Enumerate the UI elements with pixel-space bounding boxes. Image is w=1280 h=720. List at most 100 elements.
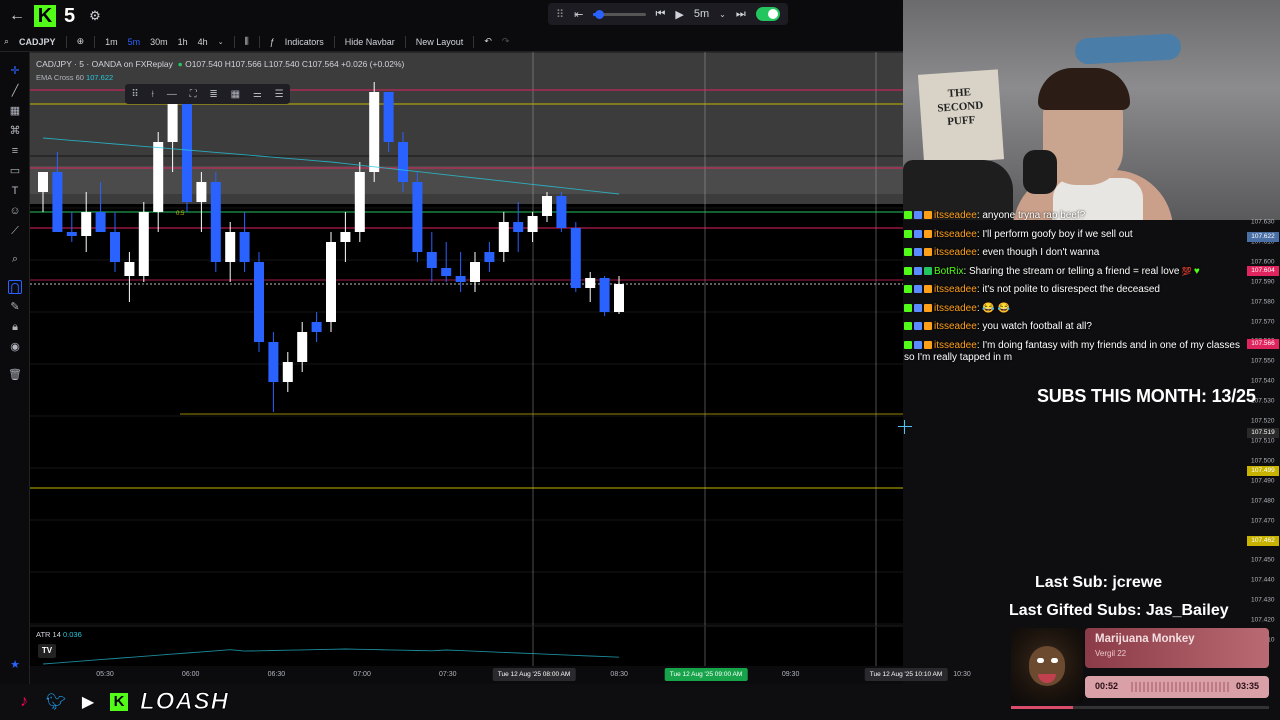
bar-style-icon[interactable]: ⫼ bbox=[245, 36, 249, 47]
candle-body bbox=[412, 182, 423, 252]
webcam-feed: THE SECOND PUFF bbox=[903, 0, 1280, 220]
chat-text: : it's not polite to disrespect the dece… bbox=[976, 284, 1160, 295]
settings-icon[interactable]: ⚌ bbox=[253, 89, 262, 100]
interval-30m[interactable]: 30m bbox=[150, 37, 168, 47]
price-chart[interactable]: 0.5 CAD/JPY · 5 · OANDA on FXReplay ● O1… bbox=[30, 52, 903, 684]
play-icon[interactable]: ▶ bbox=[675, 8, 683, 21]
trendline-tool-icon[interactable]: ╱ bbox=[8, 84, 22, 98]
track-progress: 00:52 03:35 bbox=[1085, 676, 1269, 698]
fib-tool-icon[interactable]: ≡ bbox=[8, 144, 22, 158]
interval-4h[interactable]: 4h bbox=[198, 37, 208, 47]
candle-body bbox=[542, 196, 552, 216]
chat-text: : I'll perform goofy boy if we sell out bbox=[976, 228, 1133, 240]
gear-icon[interactable]: ⚙ bbox=[89, 8, 101, 24]
album-art bbox=[1011, 628, 1083, 704]
chevron-down-icon[interactable]: ⌄ bbox=[719, 10, 726, 19]
step-back-icon[interactable]: ⏮ bbox=[656, 8, 666, 21]
price-tick: 107.470 bbox=[1251, 517, 1275, 525]
chat-username[interactable]: itsseadee bbox=[934, 284, 977, 295]
grid-icon[interactable]: ▦ bbox=[231, 89, 240, 100]
chat-message: itsseadee: it's not polite to disrespect… bbox=[904, 284, 1280, 303]
kick-logo-icon: K bbox=[34, 5, 56, 27]
back-arrow-icon[interactable]: ← bbox=[0, 7, 34, 25]
step-forward-icon[interactable]: ⏭ bbox=[736, 8, 746, 21]
tradingview-logo-icon: TV bbox=[38, 644, 56, 658]
candle-body bbox=[110, 232, 120, 262]
candle-body bbox=[282, 362, 293, 382]
hide-navbar-button[interactable]: Hide Navbar bbox=[345, 37, 395, 47]
chat-username[interactable]: BotRix bbox=[934, 266, 963, 277]
replay-toggle[interactable] bbox=[755, 7, 780, 21]
chat-message: itsseadee: I'll perform goofy boy if we … bbox=[904, 229, 1280, 248]
trash-icon[interactable]: 🗑︎ bbox=[8, 368, 22, 382]
magnet-icon[interactable]: ⋂ bbox=[8, 280, 22, 294]
ruler-tool-icon[interactable]: ⟋ bbox=[8, 224, 22, 238]
star-icon[interactable]: ★ bbox=[8, 658, 22, 672]
candle-body bbox=[570, 228, 581, 288]
time-tick: 09:30 bbox=[781, 671, 800, 678]
eye-icon[interactable]: ◉ bbox=[8, 340, 22, 354]
track-progress-bar bbox=[1011, 706, 1269, 709]
add-symbol-icon[interactable]: ⊕ bbox=[77, 36, 85, 47]
price-tick: 107.480 bbox=[1251, 497, 1275, 505]
cursor-crosshair-icon bbox=[898, 420, 912, 434]
interval-5m[interactable]: 5m bbox=[128, 37, 141, 47]
emoji-tool-icon[interactable]: ☺ bbox=[8, 204, 22, 218]
pencil-icon[interactable]: ⟊ bbox=[152, 89, 155, 100]
candle-body bbox=[66, 232, 77, 236]
time-tick: 08:30 bbox=[610, 671, 628, 678]
text-tool-icon[interactable]: T bbox=[8, 184, 22, 198]
pattern-tool-icon[interactable]: ⌘ bbox=[8, 124, 22, 138]
time-axis[interactable]: 05:3006:0006:3007:0007:3008:0008:3009:00… bbox=[30, 666, 971, 684]
jump-to-start-icon[interactable]: ⇤ bbox=[574, 8, 583, 21]
kick-number: 5 bbox=[64, 4, 76, 27]
price-tick: 107.430 bbox=[1251, 596, 1275, 604]
replay-controls: ⠿ ⇤ ⏮ ▶ 5m ⌄ ⏭ bbox=[548, 3, 788, 25]
drag-handle-icon[interactable]: ⠿ bbox=[131, 89, 138, 100]
frame-icon[interactable]: ⛶ bbox=[190, 89, 197, 100]
ema-value: 107.622 bbox=[86, 73, 114, 82]
lock-icon[interactable]: 🔒︎ bbox=[8, 320, 22, 334]
hundred-emote-icon: 💯 bbox=[1179, 266, 1194, 276]
symbol-search[interactable]: CADJPY bbox=[19, 37, 56, 47]
new-layout-button[interactable]: New Layout bbox=[416, 37, 464, 47]
candle-body bbox=[225, 232, 236, 262]
interval-1h[interactable]: 1h bbox=[178, 37, 188, 47]
chat-username[interactable]: itsseadee bbox=[934, 210, 977, 221]
chat-username[interactable]: itsseadee bbox=[934, 247, 977, 258]
sliders-icon[interactable]: ☰ bbox=[275, 89, 284, 100]
interval-1m[interactable]: 1m bbox=[105, 37, 118, 47]
shape-tool-icon[interactable]: ▭ bbox=[8, 164, 22, 178]
align-icon[interactable]: ≣ bbox=[209, 89, 217, 100]
chat-username[interactable]: itsseadee bbox=[934, 303, 977, 314]
undo-icon[interactable]: ↶ bbox=[484, 36, 492, 47]
line-icon[interactable]: — bbox=[167, 89, 177, 100]
atr-label: ATR bbox=[36, 630, 51, 639]
pen-icon[interactable]: ✎ bbox=[8, 300, 22, 314]
candle-body bbox=[426, 252, 437, 268]
microphone-icon bbox=[1023, 150, 1057, 194]
chat-username[interactable]: itsseadee bbox=[934, 340, 977, 351]
indicators-button[interactable]: Indicators bbox=[285, 37, 324, 47]
redo-icon[interactable]: ↷ bbox=[502, 36, 510, 47]
chat-badge-icon bbox=[904, 340, 912, 349]
ema-label: EMA Cross bbox=[36, 73, 74, 82]
replay-interval[interactable]: 5m bbox=[694, 8, 709, 20]
drag-handle-icon[interactable]: ⠿ bbox=[556, 8, 564, 21]
chat-username[interactable]: itsseadee bbox=[934, 321, 977, 332]
price-tick: 107.420 bbox=[1251, 616, 1275, 624]
grid-tool-icon[interactable]: ▦ bbox=[8, 104, 22, 118]
last-gifted-subs: Last Gifted Subs: Jas_Bailey bbox=[1009, 602, 1229, 619]
time-tick: 10:30 bbox=[953, 671, 971, 678]
zoom-icon[interactable]: ⌕ bbox=[8, 252, 22, 266]
chat-username[interactable]: itsseadee bbox=[934, 229, 977, 240]
chevron-down-icon[interactable]: ⌄ bbox=[218, 38, 224, 46]
search-icon[interactable]: ⌕ bbox=[4, 36, 9, 47]
time-tick: 06:00 bbox=[181, 671, 200, 678]
atr-legend: ATR 14 0.036 bbox=[36, 630, 82, 639]
interval-list: 1m 5m 30m 1h 4h bbox=[105, 37, 208, 47]
crosshair-tool-icon[interactable]: ✛ bbox=[8, 64, 22, 78]
fib-level-label: 0.5 bbox=[176, 211, 185, 217]
replay-speed-slider[interactable] bbox=[593, 9, 646, 19]
price-tick: 107.450 bbox=[1251, 556, 1275, 564]
